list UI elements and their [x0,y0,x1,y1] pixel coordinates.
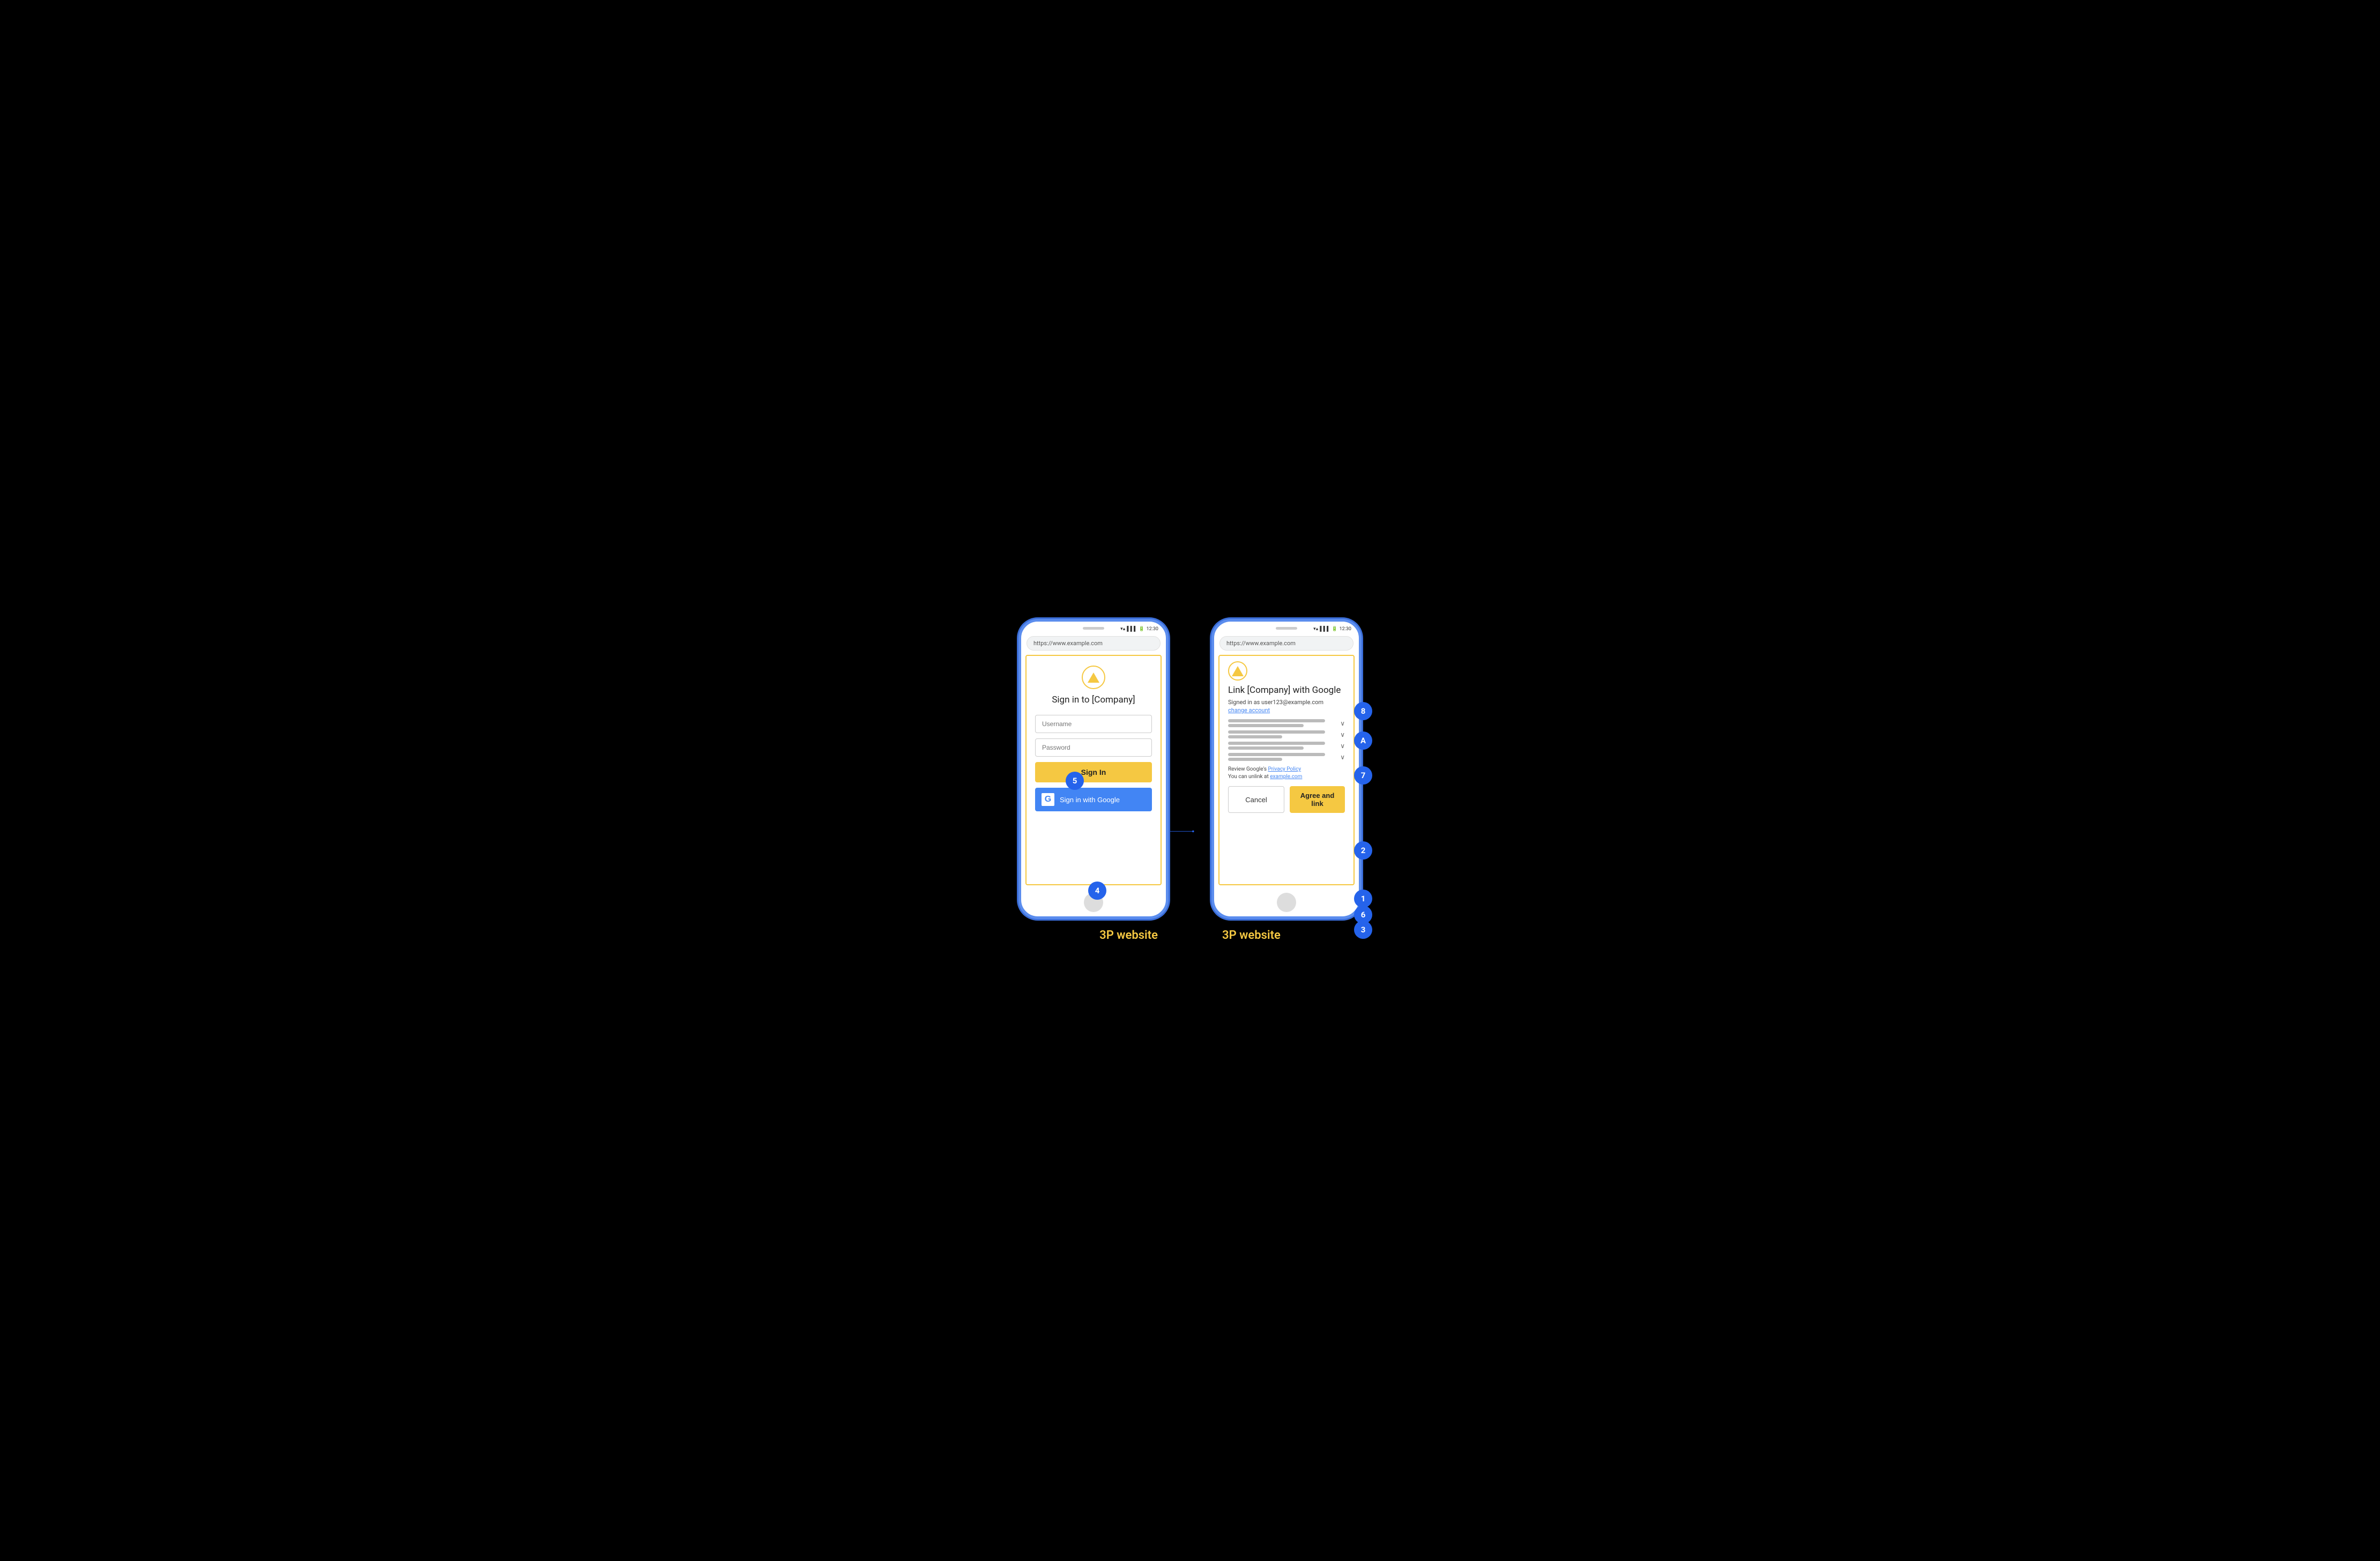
left-status-icons: ▾▴ ▌▌▌ 🔋 12:30 [1120,626,1158,632]
chevron-down-icon-4[interactable]: ∨ [1340,753,1345,761]
google-icon-wrapper: G [1042,793,1054,806]
right-url-bar[interactable]: https://www.example.com [1219,636,1353,651]
left-phone-label: 3P website [1099,929,1158,942]
annotation-7: 7 [1354,766,1372,785]
privacy-policy-link[interactable]: Privacy Policy [1268,766,1301,772]
permission-item-1: ∨ [1228,719,1345,727]
left-phone: ▾▴ ▌▌▌ 🔋 12:30 https://www.example.com S… [1018,619,1169,919]
username-input[interactable] [1035,715,1152,733]
wifi-icon: ▾▴ [1120,626,1125,632]
chevron-down-icon-1[interactable]: ∨ [1340,720,1345,727]
annotation-8: 8 [1354,702,1372,720]
perm-lines-1 [1228,719,1336,727]
left-phone-speaker [1083,627,1104,630]
unlink-link[interactable]: example.com [1270,774,1302,780]
perm-line [1228,753,1325,756]
right-logo-triangle-icon [1232,666,1244,676]
signal-icon: ▌▌▌ [1127,626,1137,632]
perm-line [1228,735,1282,738]
google-signin-button[interactable]: G Sign in with Google [1035,788,1152,811]
annotation-3: 3 [1354,921,1372,939]
right-company-logo [1228,661,1247,681]
logo-triangle-icon [1088,673,1099,683]
right-phone-content: Link [Company] with Google Signed in as … [1218,655,1355,885]
perm-line [1228,724,1304,727]
permission-item-2: ∨ [1228,730,1345,738]
perm-line [1228,758,1282,761]
perm-line [1228,719,1325,722]
right-status-icons: ▾▴ ▌▌▌ 🔋 12:30 [1313,626,1351,632]
annotation-A: A [1354,731,1372,750]
left-phone-wrapper: ▾▴ ▌▌▌ 🔋 12:30 https://www.example.com S… [1018,619,1169,919]
cancel-button[interactable]: Cancel [1228,786,1284,813]
perm-line [1228,746,1304,750]
perm-line [1228,730,1325,734]
sign-in-title: Sign in to [Company] [1052,694,1135,705]
signed-in-text: Signed in as user123@example.com [1228,699,1323,706]
signal-icon-right: ▌▌▌ [1320,626,1330,632]
time-display: 12:30 [1147,626,1158,632]
time-display-right: 12:30 [1340,626,1351,632]
agree-and-link-button[interactable]: Agree and link [1290,786,1345,813]
left-company-logo [1082,666,1105,689]
diagram-container: ▾▴ ▌▌▌ 🔋 12:30 https://www.example.com S… [892,597,1488,964]
link-title: Link [Company] with Google [1228,685,1341,696]
change-account-link[interactable]: change account [1228,707,1270,714]
annotation-4: 4 [1088,882,1106,900]
perm-lines-4 [1228,753,1336,761]
right-home-button[interactable] [1277,893,1296,912]
sign-in-button[interactable]: Sign In [1035,762,1152,782]
policy-text: Review Google's Privacy Policy [1228,766,1301,772]
google-g-icon: G [1045,795,1051,804]
left-phone-content: Sign in to [Company] Sign In G Sign in w… [1025,655,1162,885]
perm-lines-3 [1228,742,1336,750]
unlink-text: You can unlink at example.com [1228,774,1302,780]
permission-item-4: ∨ [1228,753,1345,761]
right-phone: ▾▴ ▌▌▌ 🔋 12:30 https://www.example.com L… [1211,619,1362,919]
perm-lines-2 [1228,730,1336,738]
annotation-5: 5 [1066,772,1084,790]
annotation-1: 1 [1354,890,1372,908]
password-input[interactable] [1035,738,1152,757]
battery-icon: 🔋 [1139,626,1144,632]
google-btn-label: Sign in with Google [1060,796,1120,804]
labels-row: 3P website 3P website [1099,929,1281,942]
annotation-2: 2 [1354,841,1372,860]
battery-icon-right: 🔋 [1332,626,1337,632]
wifi-icon-right: ▾▴ [1313,626,1318,632]
phones-area: ▾▴ ▌▌▌ 🔋 12:30 https://www.example.com S… [1018,619,1362,919]
right-phone-speaker [1276,627,1297,630]
chevron-down-icon-3[interactable]: ∨ [1340,742,1345,750]
chevron-down-icon-2[interactable]: ∨ [1340,731,1345,738]
permissions-list: ∨ ∨ [1228,719,1345,761]
right-phone-wrapper: ▾▴ ▌▌▌ 🔋 12:30 https://www.example.com L… [1211,619,1362,919]
action-buttons: Cancel Agree and link [1228,786,1345,813]
permission-item-3: ∨ [1228,742,1345,750]
left-url-bar[interactable]: https://www.example.com [1027,636,1161,651]
right-phone-label: 3P website [1222,929,1281,942]
perm-line [1228,742,1325,745]
